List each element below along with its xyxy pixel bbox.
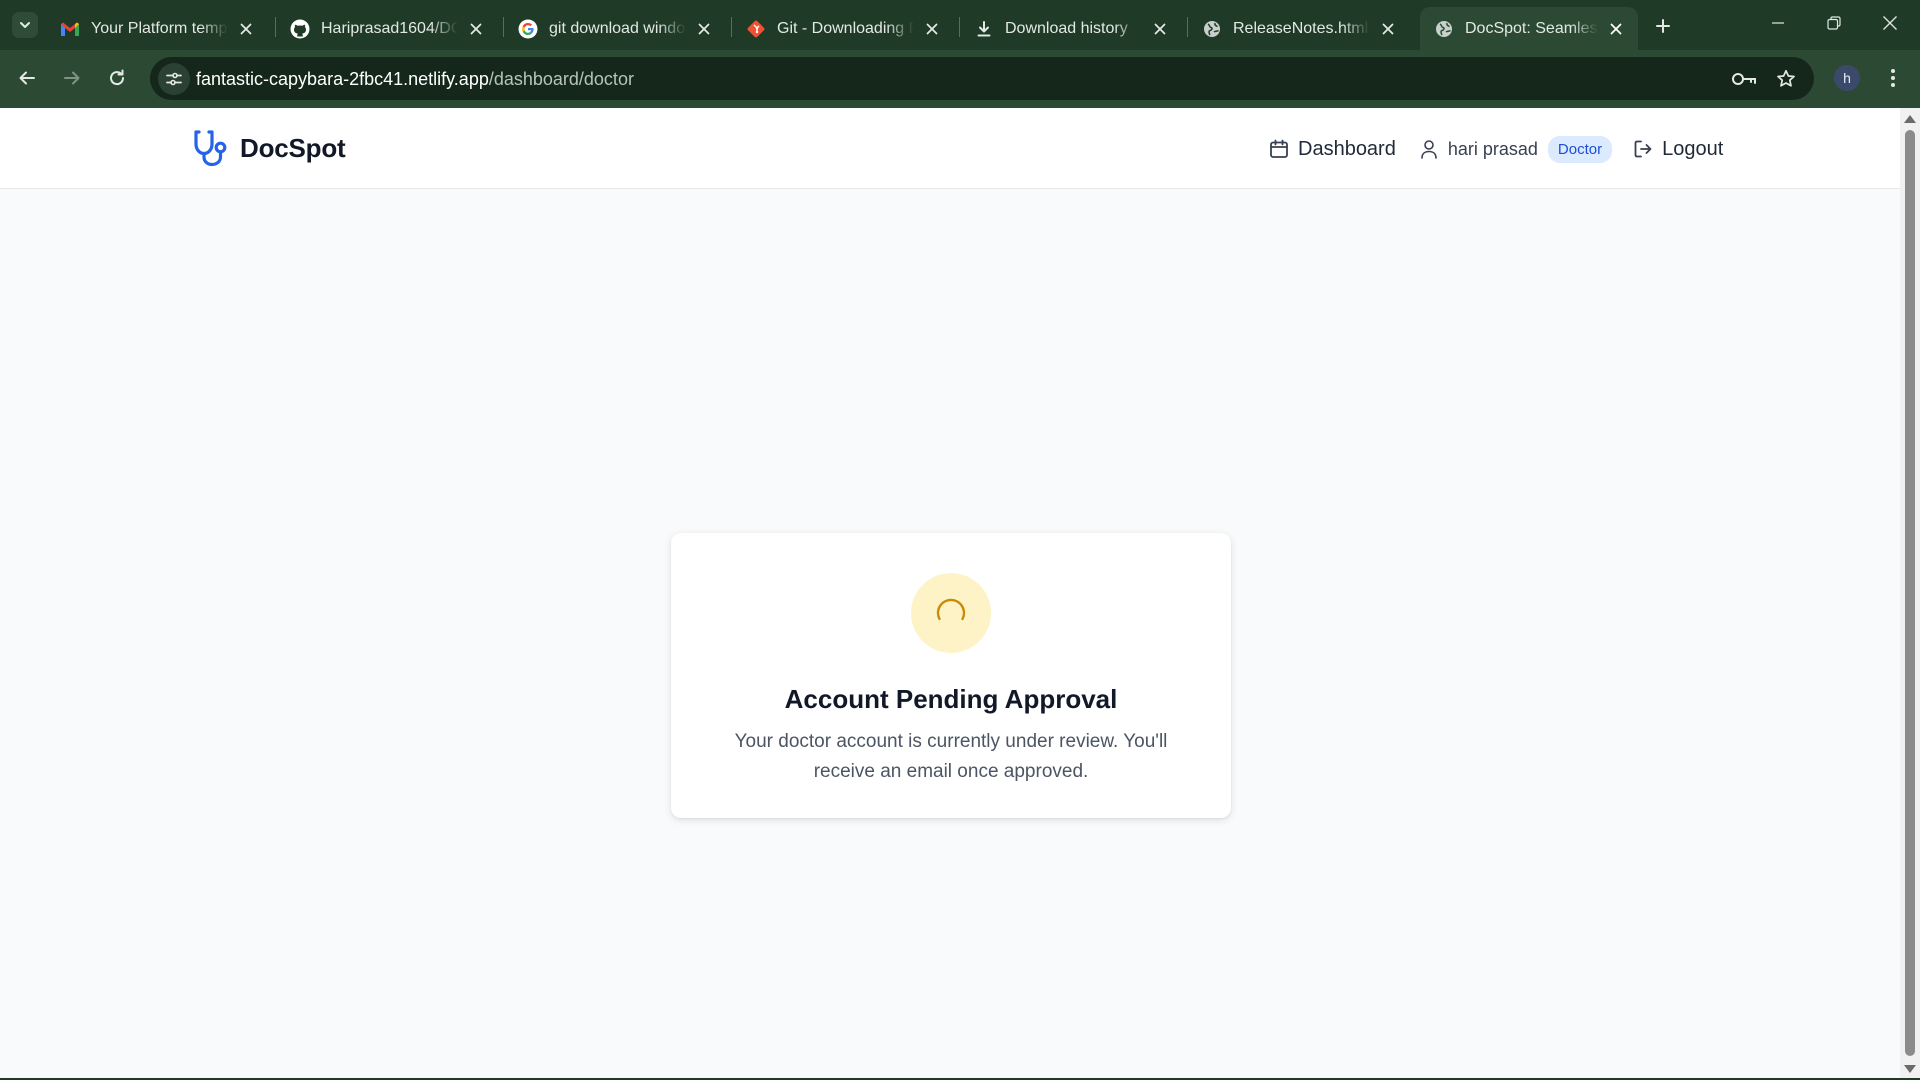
close-window-button[interactable] — [1862, 0, 1918, 46]
forward-button[interactable] — [55, 61, 89, 95]
bookmark-button[interactable] — [1772, 65, 1800, 93]
reload-button[interactable] — [100, 61, 134, 95]
new-tab-button[interactable] — [1650, 13, 1676, 39]
browser-tab[interactable]: git download window — [504, 7, 726, 50]
url-text[interactable]: fantastic-capybara-2fbc41.netlify.app/da… — [196, 69, 634, 90]
github-icon — [290, 19, 310, 39]
restore-button[interactable] — [1806, 0, 1862, 46]
close-icon[interactable] — [922, 19, 942, 39]
browser-menu-button[interactable] — [1878, 63, 1908, 93]
gmail-icon — [60, 19, 80, 39]
brand-name: DocSpot — [240, 132, 346, 163]
star-icon — [1777, 69, 1795, 87]
browser-toolbar: fantastic-capybara-2fbc41.netlify.app/da… — [0, 50, 1920, 108]
scrollbar-thumb[interactable] — [1905, 130, 1915, 1056]
download-icon — [974, 19, 994, 39]
minimize-button[interactable] — [1750, 0, 1806, 46]
card-message: Your doctor account is currently under r… — [734, 731, 1168, 782]
arrow-right-icon — [64, 71, 80, 85]
browser-tab[interactable]: Your Platform tempo — [46, 7, 268, 50]
nav-logout-label: Logout — [1662, 137, 1724, 160]
top-nav: Dashboard hari prasad Doctor Logout — [1268, 132, 1723, 166]
password-manager-button[interactable] — [1730, 65, 1758, 93]
close-icon[interactable] — [1606, 19, 1626, 39]
plus-icon — [1656, 19, 1670, 33]
profile-avatar[interactable]: h — [1834, 65, 1860, 91]
scroll-down-arrow[interactable] — [1904, 1065, 1916, 1073]
google-icon — [518, 19, 538, 39]
tab-title: Your Platform tempo — [91, 19, 228, 37]
address-bar[interactable]: fantastic-capybara-2fbc41.netlify.app/da… — [150, 57, 1814, 100]
role-badge: Doctor — [1547, 135, 1613, 163]
logout-icon — [1632, 138, 1654, 160]
scroll-up-arrow[interactable] — [1904, 115, 1916, 123]
brand-link[interactable]: DocSpot — [190, 128, 346, 168]
page-scrollbar[interactable] — [1900, 108, 1920, 1078]
calendar-icon — [1268, 138, 1290, 160]
page-viewport: DocSpot Dashboard hari prasad Doctor Log… — [0, 108, 1900, 1078]
tab-title: DocSpot: Seamless H — [1465, 19, 1598, 37]
loader-icon — [936, 598, 966, 621]
tab-title: ReleaseNotes.html — [1233, 19, 1369, 37]
close-icon — [1883, 16, 1897, 30]
more-vert-icon — [1891, 69, 1895, 87]
card-title: Account Pending Approval — [784, 684, 1118, 714]
nav-dashboard-link[interactable]: Dashboard — [1268, 138, 1396, 161]
nav-dashboard-label: Dashboard — [1298, 137, 1396, 160]
tab-title: Git - Downloading P — [777, 19, 914, 37]
tab-title: Hariprasad1604/DOC — [321, 19, 458, 37]
status-indicator — [911, 573, 991, 653]
pending-approval-card: Account Pending Approval Your doctor acc… — [671, 533, 1231, 818]
globe-icon — [1202, 19, 1222, 39]
tune-icon — [166, 72, 182, 86]
arrow-left-icon — [19, 71, 35, 85]
stethoscope-icon — [190, 128, 230, 168]
tab-search-button[interactable] — [12, 12, 38, 38]
browser-tab[interactable]: Download history — [960, 7, 1182, 50]
reload-icon — [110, 69, 125, 86]
browser-tab[interactable]: ReleaseNotes.html — [1188, 7, 1410, 50]
close-icon[interactable] — [1150, 19, 1170, 39]
close-icon[interactable] — [1378, 19, 1398, 39]
nav-user-info: hari prasad Doctor — [1418, 135, 1632, 163]
user-icon — [1418, 138, 1440, 160]
back-button[interactable] — [10, 61, 44, 95]
site-info-button[interactable] — [158, 63, 190, 95]
tab-title: git download window — [549, 19, 686, 37]
close-icon[interactable] — [694, 19, 714, 39]
minimize-icon — [1772, 22, 1784, 24]
browser-tab[interactable]: Hariprasad1604/DOC — [276, 7, 498, 50]
close-icon[interactable] — [236, 19, 256, 39]
key-icon — [1732, 73, 1756, 85]
globe-icon — [1434, 19, 1454, 39]
tab-title: Download history — [1005, 19, 1128, 37]
app-header: DocSpot Dashboard hari prasad Doctor Log… — [0, 108, 1900, 189]
nav-logout-link[interactable]: Logout — [1632, 138, 1723, 161]
browser-tab-active[interactable]: DocSpot: Seamless H — [1420, 7, 1638, 50]
url-host: fantastic-capybara-2fbc41.netlify.app — [196, 69, 489, 89]
url-path: /dashboard/doctor — [488, 69, 634, 89]
nav-user-name: hari prasad — [1447, 138, 1538, 159]
browser-tab[interactable]: Git - Downloading P — [732, 7, 954, 50]
browser-tab-strip: Your Platform tempo Hariprasad1604/DOC g… — [0, 0, 1920, 50]
close-icon[interactable] — [466, 19, 486, 39]
restore-icon — [1827, 16, 1841, 30]
chevron-down-icon — [20, 22, 30, 28]
git-icon — [746, 19, 766, 39]
